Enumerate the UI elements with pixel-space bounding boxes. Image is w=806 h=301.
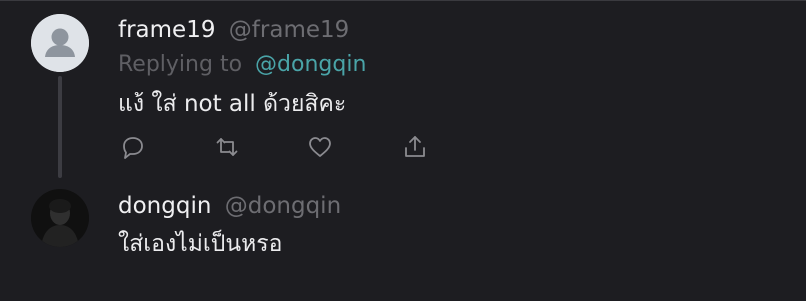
tweet-text: ใส่เองไม่เป็นหรอ bbox=[118, 231, 283, 257]
reply-icon bbox=[123, 137, 143, 159]
user-handle[interactable]: @dongqin bbox=[225, 193, 341, 219]
tweet-frame19[interactable]: frame19 @frame19 Replying to @dongqin แง… bbox=[0, 0, 806, 186]
heart-icon bbox=[309, 137, 331, 157]
tweet-header: dongqin @dongqin bbox=[118, 192, 341, 220]
like-button[interactable] bbox=[303, 130, 337, 164]
reply-button[interactable] bbox=[116, 130, 150, 164]
retweet-icon bbox=[216, 138, 238, 156]
display-name[interactable]: frame19 bbox=[118, 17, 215, 43]
replying-to: Replying to @dongqin bbox=[118, 51, 366, 79]
replying-to-mention-link[interactable]: @dongqin bbox=[255, 52, 366, 77]
tweet-text: แง้ ใส่ not all ด้วยสิคะ bbox=[118, 91, 347, 117]
share-button[interactable] bbox=[398, 130, 432, 164]
default-avatar-icon[interactable] bbox=[31, 14, 89, 72]
tweet-dongqin[interactable]: dongqin @dongqin ใส่เองไม่เป็นหรอ bbox=[0, 186, 806, 301]
replying-to-label: Replying to bbox=[118, 52, 243, 77]
user-avatar[interactable] bbox=[31, 189, 89, 247]
retweet-button[interactable] bbox=[210, 130, 244, 164]
user-handle[interactable]: @frame19 bbox=[229, 17, 349, 43]
display-name[interactable]: dongqin bbox=[118, 193, 211, 219]
share-icon bbox=[405, 136, 425, 157]
tweet-header: frame19 @frame19 bbox=[118, 16, 349, 44]
tweet-actions bbox=[0, 130, 806, 166]
